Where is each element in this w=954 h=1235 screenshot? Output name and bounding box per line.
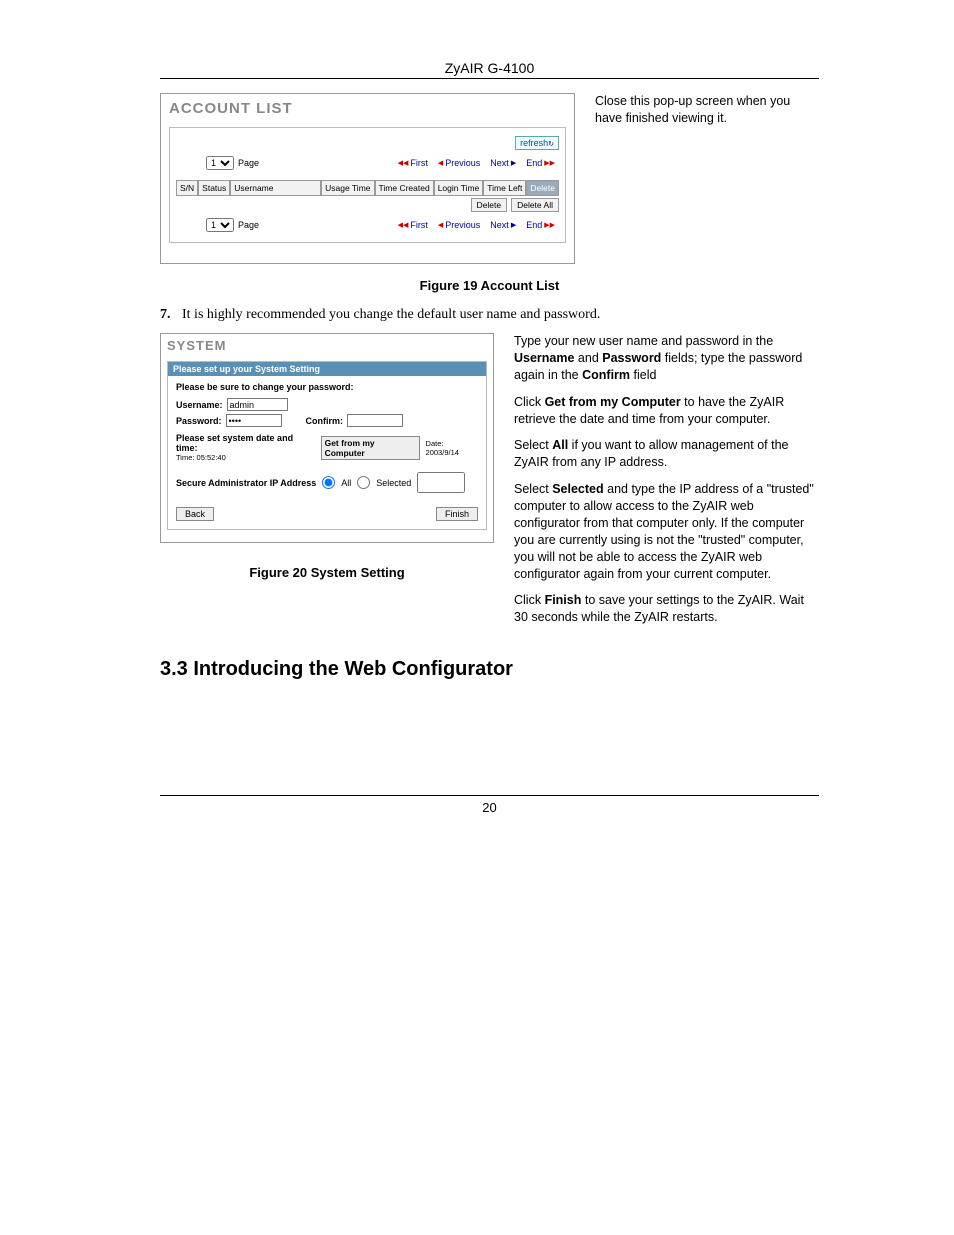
th-login: Login Time [434,180,484,196]
change-password-label: Please be sure to change your password: [176,382,478,392]
header-rule [160,78,819,79]
close-popup-text: Close this pop-up screen when you have f… [595,93,819,127]
set-date-label: Please set system date and time: [176,433,315,453]
side2-p3: Select All if you want to allow manageme… [514,437,819,471]
th-status: Status [198,180,230,196]
delete-all-button[interactable]: Delete All [511,198,559,212]
page-footer: 20 [160,795,819,815]
side2-p4: Select Selected and type the IP address … [514,481,819,582]
password-field[interactable] [226,414,282,427]
previous-icon: ◀ [438,159,443,167]
previous-link-bottom[interactable]: ◀ Previous [438,220,480,230]
page-label-bottom: Page [238,220,259,230]
back-button[interactable]: Back [176,507,214,521]
first-link-top[interactable]: ◀◀ First [398,158,428,168]
refresh-icon: ↻ [548,141,554,148]
system-title: SYSTEM [167,338,487,353]
account-table-headers: S/N Status Username Usage Time Time Crea… [176,180,559,196]
get-from-computer-button[interactable]: Get from my Computer [321,436,420,460]
time-value: Time: 05:52:40 [176,453,315,462]
th-left: Time Left [483,180,526,196]
password-label: Password: [176,416,222,426]
step-7: 7. It is highly recommended you change t… [160,307,819,323]
step-7-text: It is highly recommended you change the … [182,307,819,323]
next-link-bottom[interactable]: Next ▶ [490,220,516,230]
side2-p2: Click Get from my Computer to have the Z… [514,394,819,428]
side2-p1: Type your new user name and password in … [514,333,819,384]
first-icon: ◀◀ [398,159,409,167]
page-select-bottom[interactable]: 1 [206,218,234,232]
side2-p5: Click Finish to save your settings to th… [514,592,819,626]
figure-19-caption: Figure 19 Account List [160,278,819,293]
th-sn: S/N [176,180,198,196]
ip-all-radio[interactable] [322,476,335,489]
header-product: ZyAIR G-4100 [160,60,819,76]
account-list-title: ACCOUNT LIST [169,100,566,117]
th-username: Username [230,180,321,196]
ip-all-label: All [341,478,351,488]
previous-link-top[interactable]: ◀ Previous [438,158,480,168]
th-delete[interactable]: Delete [526,180,559,196]
end-icon: ▶▶ [544,159,555,167]
account-list-screenshot: ACCOUNT LIST refresh↻ 1 Page ◀◀ First [160,93,575,264]
ip-address-field[interactable] [417,472,465,493]
footer-rule [160,795,819,796]
next-icon: ▶ [511,159,516,167]
page-select-top[interactable]: 1 [206,156,234,170]
system-bar: Please set up your System Setting [168,362,486,376]
confirm-field[interactable] [347,414,403,427]
refresh-button[interactable]: refresh↻ [515,136,559,150]
ip-selected-label: Selected [376,478,411,488]
finish-button[interactable]: Finish [436,507,478,521]
page-number: 20 [160,800,819,815]
ip-selected-radio[interactable] [357,476,370,489]
system-setting-screenshot: SYSTEM Please set up your System Setting… [160,333,494,543]
first-link-bottom[interactable]: ◀◀ First [398,220,428,230]
th-usage: Usage Time [321,180,374,196]
section-3-3-heading: 3.3 Introducing the Web Configurator [160,658,819,681]
th-created: Time Created [375,180,434,196]
username-field[interactable] [227,398,288,411]
delete-button[interactable]: Delete [471,198,508,212]
step-7-number: 7. [160,307,182,323]
end-link-top[interactable]: End ▶▶ [526,158,555,168]
figure-20-caption: Figure 20 System Setting [160,565,494,580]
refresh-label: refresh [520,138,548,148]
page-label-top: Page [238,158,259,168]
next-link-top[interactable]: Next ▶ [490,158,516,168]
username-label: Username: [176,400,223,410]
date-value: Date: 2003/9/14 [426,439,478,457]
confirm-label: Confirm: [306,416,344,426]
secure-ip-label: Secure Administrator IP Address [176,478,316,488]
end-link-bottom[interactable]: End ▶▶ [526,220,555,230]
